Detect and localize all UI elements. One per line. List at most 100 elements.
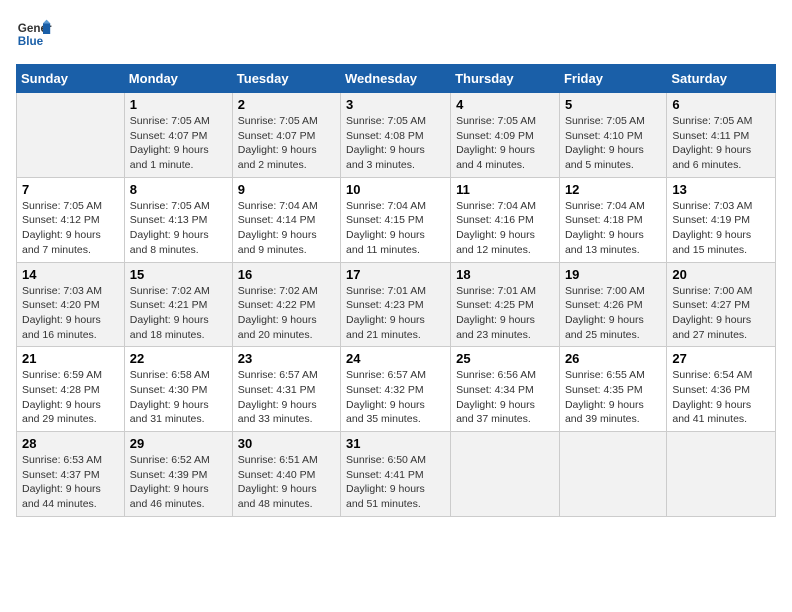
day-info: Sunrise: 6:57 AMSunset: 4:31 PMDaylight:… (238, 368, 335, 427)
day-number: 20 (672, 267, 770, 282)
day-info: Sunrise: 7:01 AMSunset: 4:23 PMDaylight:… (346, 284, 445, 343)
calendar-cell: 1 Sunrise: 7:05 AMSunset: 4:07 PMDaylight… (124, 93, 232, 178)
day-info: Sunrise: 6:51 AMSunset: 4:40 PMDaylight:… (238, 453, 335, 512)
day-number: 5 (565, 97, 661, 112)
day-info: Sunrise: 6:53 AMSunset: 4:37 PMDaylight:… (22, 453, 119, 512)
calendar-cell: 29 Sunrise: 6:52 AMSunset: 4:39 PMDayligh… (124, 432, 232, 517)
day-info: Sunrise: 6:59 AMSunset: 4:28 PMDaylight:… (22, 368, 119, 427)
day-number: 6 (672, 97, 770, 112)
day-number: 25 (456, 351, 554, 366)
day-info: Sunrise: 7:05 AMSunset: 4:07 PMDaylight:… (238, 114, 335, 173)
calendar-cell: 31 Sunrise: 6:50 AMSunset: 4:41 PMDayligh… (341, 432, 451, 517)
calendar-cell: 30 Sunrise: 6:51 AMSunset: 4:40 PMDayligh… (232, 432, 340, 517)
calendar-cell: 6 Sunrise: 7:05 AMSunset: 4:11 PMDaylight… (667, 93, 776, 178)
calendar-cell: 5 Sunrise: 7:05 AMSunset: 4:10 PMDaylight… (559, 93, 666, 178)
day-number: 11 (456, 182, 554, 197)
day-info: Sunrise: 7:05 AMSunset: 4:12 PMDaylight:… (22, 199, 119, 258)
calendar-cell: 23 Sunrise: 6:57 AMSunset: 4:31 PMDayligh… (232, 347, 340, 432)
calendar-cell: 20 Sunrise: 7:00 AMSunset: 4:27 PMDayligh… (667, 262, 776, 347)
day-info: Sunrise: 6:50 AMSunset: 4:41 PMDaylight:… (346, 453, 445, 512)
day-info: Sunrise: 6:54 AMSunset: 4:36 PMDaylight:… (672, 368, 770, 427)
calendar-table: SundayMondayTuesdayWednesdayThursdayFrid… (16, 64, 776, 517)
day-number: 18 (456, 267, 554, 282)
day-number: 17 (346, 267, 445, 282)
day-number: 1 (130, 97, 227, 112)
day-number: 29 (130, 436, 227, 451)
calendar-cell: 4 Sunrise: 7:05 AMSunset: 4:09 PMDaylight… (451, 93, 560, 178)
svg-text:Blue: Blue (18, 35, 44, 48)
day-info: Sunrise: 6:58 AMSunset: 4:30 PMDaylight:… (130, 368, 227, 427)
day-info: Sunrise: 7:05 AMSunset: 4:10 PMDaylight:… (565, 114, 661, 173)
day-info: Sunrise: 7:04 AMSunset: 4:18 PMDaylight:… (565, 199, 661, 258)
day-info: Sunrise: 7:00 AMSunset: 4:26 PMDaylight:… (565, 284, 661, 343)
day-number: 27 (672, 351, 770, 366)
calendar-cell: 15Sunrise: 7:02 AMSunset: 4:21 PMDayligh… (124, 262, 232, 347)
calendar-cell: 12Sunrise: 7:04 AMSunset: 4:18 PMDayligh… (559, 177, 666, 262)
column-header-saturday: Saturday (667, 65, 776, 93)
calendar-cell: 19 Sunrise: 7:00 AMSunset: 4:26 PMDayligh… (559, 262, 666, 347)
day-info: Sunrise: 7:05 AMSunset: 4:09 PMDaylight:… (456, 114, 554, 173)
day-number: 22 (130, 351, 227, 366)
day-number: 21 (22, 351, 119, 366)
day-info: Sunrise: 7:02 AMSunset: 4:22 PMDaylight:… (238, 284, 335, 343)
column-header-friday: Friday (559, 65, 666, 93)
day-number: 16 (238, 267, 335, 282)
day-number: 13 (672, 182, 770, 197)
day-info: Sunrise: 6:55 AMSunset: 4:35 PMDaylight:… (565, 368, 661, 427)
day-number: 23 (238, 351, 335, 366)
column-header-wednesday: Wednesday (341, 65, 451, 93)
day-number: 8 (130, 182, 227, 197)
day-number: 26 (565, 351, 661, 366)
column-header-monday: Monday (124, 65, 232, 93)
calendar-cell: 24Sunrise: 6:57 AMSunset: 4:32 PMDayligh… (341, 347, 451, 432)
day-info: Sunrise: 7:05 AMSunset: 4:13 PMDaylight:… (130, 199, 227, 258)
day-info: Sunrise: 6:56 AMSunset: 4:34 PMDaylight:… (456, 368, 554, 427)
day-info: Sunrise: 7:04 AMSunset: 4:16 PMDaylight:… (456, 199, 554, 258)
day-info: Sunrise: 7:05 AMSunset: 4:11 PMDaylight:… (672, 114, 770, 173)
calendar-week-row: 1 Sunrise: 7:05 AMSunset: 4:07 PMDaylight… (17, 93, 776, 178)
day-number: 9 (238, 182, 335, 197)
calendar-cell: 2 Sunrise: 7:05 AMSunset: 4:07 PMDaylight… (232, 93, 340, 178)
calendar-cell: 13 Sunrise: 7:03 AMSunset: 4:19 PMDayligh… (667, 177, 776, 262)
day-number: 19 (565, 267, 661, 282)
calendar-week-row: 28Sunrise: 6:53 AMSunset: 4:37 PMDayligh… (17, 432, 776, 517)
calendar-cell: 9 Sunrise: 7:04 AMSunset: 4:14 PMDaylight… (232, 177, 340, 262)
column-header-thursday: Thursday (451, 65, 560, 93)
calendar-week-row: 14 Sunrise: 7:03 AMSunset: 4:20 PMDayligh… (17, 262, 776, 347)
calendar-cell: 28Sunrise: 6:53 AMSunset: 4:37 PMDayligh… (17, 432, 125, 517)
day-info: Sunrise: 7:05 AMSunset: 4:07 PMDaylight:… (130, 114, 227, 173)
calendar-cell: 7 Sunrise: 7:05 AMSunset: 4:12 PMDaylight… (17, 177, 125, 262)
column-header-tuesday: Tuesday (232, 65, 340, 93)
calendar-cell (451, 432, 560, 517)
calendar-cell (17, 93, 125, 178)
day-info: Sunrise: 7:01 AMSunset: 4:25 PMDaylight:… (456, 284, 554, 343)
calendar-cell (559, 432, 666, 517)
page-header: General Blue (16, 16, 776, 52)
day-number: 30 (238, 436, 335, 451)
day-info: Sunrise: 7:03 AMSunset: 4:19 PMDaylight:… (672, 199, 770, 258)
day-number: 31 (346, 436, 445, 451)
calendar-cell: 10Sunrise: 7:04 AMSunset: 4:15 PMDayligh… (341, 177, 451, 262)
day-number: 7 (22, 182, 119, 197)
day-number: 14 (22, 267, 119, 282)
day-info: Sunrise: 7:05 AMSunset: 4:08 PMDaylight:… (346, 114, 445, 173)
day-number: 10 (346, 182, 445, 197)
calendar-cell: 14 Sunrise: 7:03 AMSunset: 4:20 PMDayligh… (17, 262, 125, 347)
calendar-cell: 25 Sunrise: 6:56 AMSunset: 4:34 PMDayligh… (451, 347, 560, 432)
day-number: 2 (238, 97, 335, 112)
day-info: Sunrise: 7:03 AMSunset: 4:20 PMDaylight:… (22, 284, 119, 343)
day-info: Sunrise: 7:04 AMSunset: 4:14 PMDaylight:… (238, 199, 335, 258)
day-number: 3 (346, 97, 445, 112)
logo-icon: General Blue (16, 16, 52, 52)
calendar-week-row: 21 Sunrise: 6:59 AMSunset: 4:28 PMDayligh… (17, 347, 776, 432)
calendar-cell: 8 Sunrise: 7:05 AMSunset: 4:13 PMDaylight… (124, 177, 232, 262)
calendar-header-row: SundayMondayTuesdayWednesdayThursdayFrid… (17, 65, 776, 93)
day-info: Sunrise: 6:52 AMSunset: 4:39 PMDaylight:… (130, 453, 227, 512)
calendar-cell: 22 Sunrise: 6:58 AMSunset: 4:30 PMDayligh… (124, 347, 232, 432)
day-info: Sunrise: 7:00 AMSunset: 4:27 PMDaylight:… (672, 284, 770, 343)
day-info: Sunrise: 7:02 AMSunset: 4:21 PMDaylight:… (130, 284, 227, 343)
calendar-cell: 17 Sunrise: 7:01 AMSunset: 4:23 PMDayligh… (341, 262, 451, 347)
calendar-cell: 26 Sunrise: 6:55 AMSunset: 4:35 PMDayligh… (559, 347, 666, 432)
day-number: 4 (456, 97, 554, 112)
calendar-cell: 27 Sunrise: 6:54 AMSunset: 4:36 PMDayligh… (667, 347, 776, 432)
